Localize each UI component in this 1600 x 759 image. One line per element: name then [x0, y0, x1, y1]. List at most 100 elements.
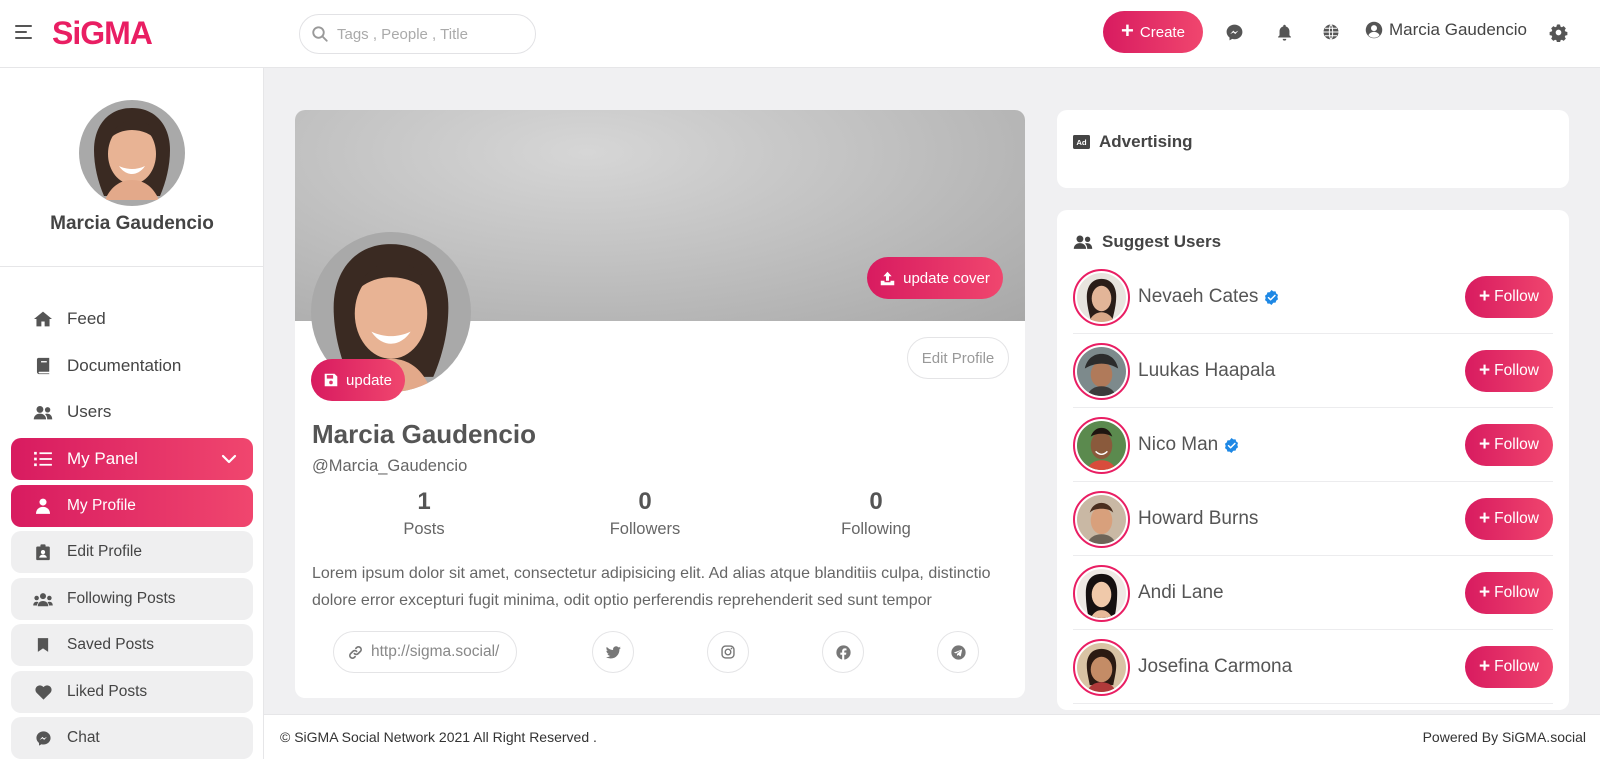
- follow-button[interactable]: + Follow: [1465, 646, 1553, 688]
- twitter-icon[interactable]: [592, 631, 634, 673]
- suggested-user-name[interactable]: Andi Lane: [1138, 582, 1224, 604]
- profile-handle: @Marcia_Gaudencio: [312, 457, 468, 475]
- follow-button-label: Follow: [1494, 288, 1539, 305]
- website-link[interactable]: http://sigma.social/: [333, 631, 517, 673]
- globe-icon[interactable]: [1321, 22, 1341, 42]
- suggested-user-avatar[interactable]: [1073, 491, 1130, 548]
- follow-button-label: Follow: [1494, 436, 1539, 453]
- sidebar-avatar[interactable]: [79, 100, 185, 206]
- plus-icon: +: [1479, 433, 1491, 455]
- update-avatar-button[interactable]: update: [311, 359, 405, 401]
- sidebar-item-feed[interactable]: Feed: [11, 298, 253, 340]
- update-cover-label: update cover: [903, 269, 990, 287]
- suggested-user-name[interactable]: Howard Burns: [1138, 508, 1258, 530]
- sidebar-item-following-posts[interactable]: Following Posts: [11, 578, 253, 620]
- follow-button[interactable]: + Follow: [1465, 498, 1553, 540]
- suggested-user-name-text: Luukas Haapala: [1138, 360, 1276, 381]
- suggested-user-avatar[interactable]: [1073, 417, 1130, 474]
- gear-icon[interactable]: [1548, 22, 1568, 42]
- suggest-users-card: Suggest Users Nevaeh Cates + Follow Luuka…: [1057, 210, 1569, 710]
- chevron-down-icon: [221, 454, 237, 464]
- user-circle-icon: [1365, 21, 1383, 39]
- plus-icon: +: [1479, 507, 1491, 529]
- search-box[interactable]: [299, 14, 536, 54]
- suggested-user-avatar[interactable]: [1073, 565, 1130, 622]
- suggested-user-avatar[interactable]: [1073, 639, 1130, 696]
- verified-badge-icon: [1265, 289, 1279, 305]
- footer-powered-by[interactable]: Powered By SiGMA.social: [1423, 729, 1586, 745]
- sidebar-item-saved-posts[interactable]: Saved Posts: [11, 624, 253, 666]
- sidebar-item-label: Documentation: [67, 356, 182, 375]
- suggested-user-name[interactable]: Nevaeh Cates: [1138, 286, 1279, 308]
- menu-toggle-icon[interactable]: [15, 25, 32, 41]
- instagram-icon[interactable]: [707, 631, 749, 673]
- facebook-icon[interactable]: [822, 631, 864, 673]
- home-icon: [33, 309, 53, 329]
- suggested-user-name[interactable]: Josefina Carmona: [1138, 656, 1292, 678]
- sidebar-item-my-panel[interactable]: My Panel: [11, 438, 253, 480]
- book-icon: [33, 356, 53, 376]
- follow-button-label: Follow: [1494, 510, 1539, 527]
- update-cover-button[interactable]: update cover: [867, 257, 1003, 299]
- follow-button[interactable]: + Follow: [1465, 350, 1553, 392]
- sidebar-item-liked-posts[interactable]: Liked Posts: [11, 671, 253, 713]
- create-button[interactable]: + Create: [1103, 11, 1203, 53]
- sidebar-item-label: Following Posts: [67, 590, 176, 607]
- sigma-logo[interactable]: SiGMA: [52, 15, 153, 52]
- bookmark-icon: [33, 635, 53, 655]
- sidebar-divider: [0, 266, 264, 267]
- telegram-icon[interactable]: [937, 631, 979, 673]
- suggested-user-name-text: Howard Burns: [1138, 508, 1259, 529]
- suggested-user-name-text: Nico Man: [1138, 434, 1219, 455]
- plus-icon: +: [1479, 359, 1491, 381]
- users-icon: [1073, 235, 1093, 249]
- suggested-user-name-text: Josefina Carmona: [1138, 656, 1293, 677]
- stat-value: 0: [638, 488, 652, 515]
- edit-profile-button[interactable]: Edit Profile: [907, 337, 1009, 379]
- sidebar-item-my-profile[interactable]: My Profile: [11, 485, 253, 527]
- suggest-users-title: Suggest Users: [1073, 232, 1221, 252]
- user-menu[interactable]: Marcia Gaudencio: [1365, 20, 1527, 40]
- suggested-user-avatar[interactable]: [1073, 343, 1130, 400]
- sidebar-item-label: Saved Posts: [67, 636, 155, 653]
- create-button-label: Create: [1139, 23, 1185, 41]
- heart-icon: [33, 682, 53, 702]
- sidebar-item-label: My Profile: [67, 497, 136, 514]
- sidebar-item-users[interactable]: Users: [11, 391, 253, 433]
- suggested-user-row: Nico Man + Follow: [1073, 408, 1553, 482]
- save-icon: [324, 373, 338, 387]
- stat-following[interactable]: 0 Following: [816, 488, 936, 539]
- advertising-title: Ad Advertising: [1073, 132, 1193, 152]
- plus-icon: +: [1479, 655, 1491, 677]
- stat-posts[interactable]: 1 Posts: [364, 488, 484, 539]
- update-avatar-label: update: [346, 371, 392, 389]
- follow-button-label: Follow: [1494, 658, 1539, 675]
- follow-button[interactable]: + Follow: [1465, 572, 1553, 614]
- sidebar-item-documentation[interactable]: Documentation: [11, 345, 253, 387]
- suggested-user-name[interactable]: Luukas Haapala: [1138, 360, 1275, 382]
- profile-bio: Lorem ipsum dolor sit amet, consectetur …: [312, 565, 991, 609]
- svg-text:Ad: Ad: [1076, 138, 1087, 147]
- search-input[interactable]: [337, 25, 527, 43]
- bell-icon[interactable]: [1274, 22, 1294, 42]
- messenger-icon[interactable]: [1224, 22, 1244, 42]
- suggested-user-avatar[interactable]: [1073, 269, 1130, 326]
- sidebar-item-edit-profile[interactable]: Edit Profile: [11, 531, 253, 573]
- stat-followers[interactable]: 0 Followers: [585, 488, 705, 539]
- suggested-user-row: Howard Burns + Follow: [1073, 482, 1553, 556]
- follow-button-label: Follow: [1494, 362, 1539, 379]
- profile-name: Marcia Gaudencio: [312, 419, 536, 449]
- sidebar-item-chat[interactable]: Chat: [11, 717, 253, 759]
- suggested-user-name[interactable]: Nico Man: [1138, 434, 1239, 456]
- users-icon: [33, 402, 53, 422]
- follow-button-label: Follow: [1494, 584, 1539, 601]
- users-icon: [33, 589, 53, 609]
- sidebar-item-label: Edit Profile: [67, 543, 142, 560]
- stat-label: Followers: [609, 520, 681, 538]
- follow-button[interactable]: + Follow: [1465, 276, 1553, 318]
- follow-button[interactable]: + Follow: [1465, 424, 1553, 466]
- page-footer: © SiGMA Social Network 2021 All Right Re…: [264, 714, 1600, 759]
- top-navbar: SiGMA + Create Marcia Gaudencio: [0, 0, 1600, 68]
- id-card-icon: [33, 542, 53, 562]
- link-icon: [349, 645, 362, 659]
